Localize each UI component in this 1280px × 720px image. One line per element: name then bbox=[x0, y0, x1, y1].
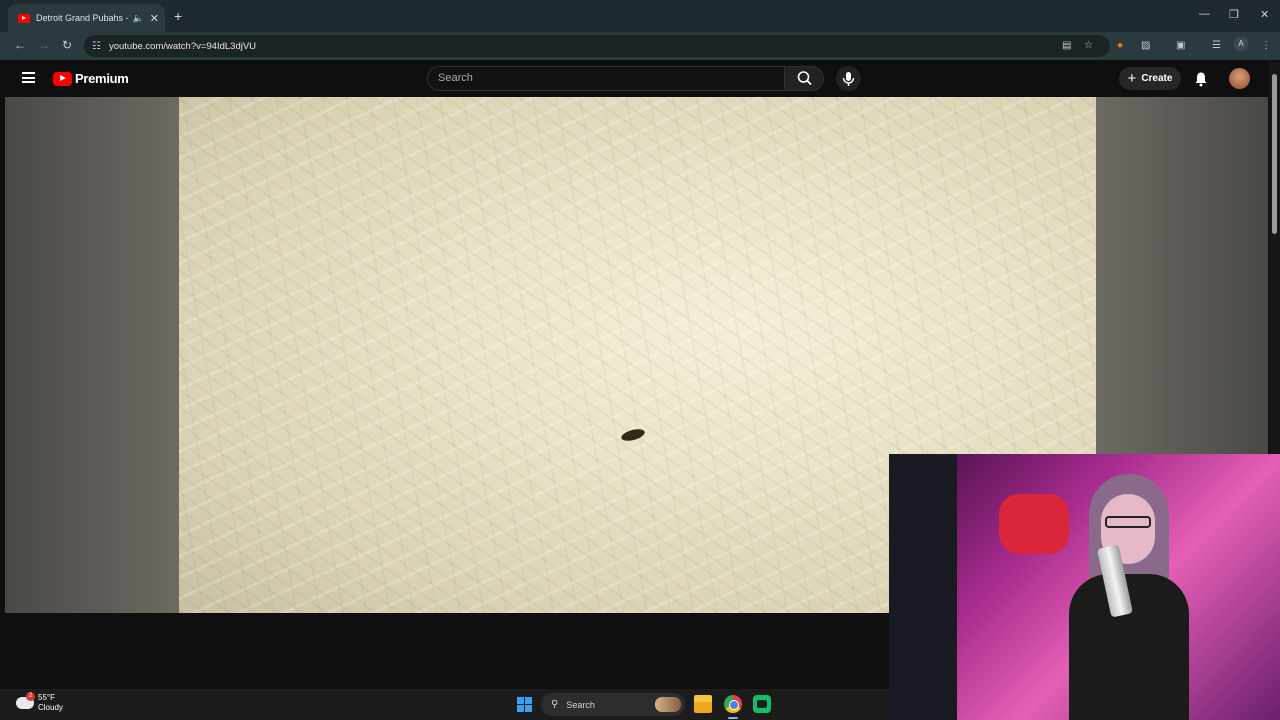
tune-icon[interactable]: ☷ bbox=[92, 41, 101, 52]
reload-button[interactable]: ↻ bbox=[62, 38, 72, 52]
mic-icon bbox=[842, 72, 855, 86]
youtube-favicon-icon bbox=[18, 13, 30, 23]
search-icon: ⚲ bbox=[551, 699, 559, 710]
profile-button[interactable]: A bbox=[1234, 37, 1248, 51]
taskbar-search-label: Search bbox=[566, 699, 595, 710]
bell-icon[interactable] bbox=[1193, 71, 1209, 87]
windows-taskbar: 2 55°F Cloudy ⚲ Search bbox=[0, 689, 889, 720]
new-tab-button[interactable]: + bbox=[174, 8, 182, 24]
create-label: Create bbox=[1141, 73, 1173, 84]
youtube-logo[interactable]: Premium bbox=[53, 71, 129, 86]
scrollbar-thumb[interactable] bbox=[1272, 74, 1277, 234]
windows-start-icon[interactable] bbox=[517, 697, 532, 712]
youtube-masthead: Premium Search + Create bbox=[0, 60, 1280, 97]
obs-icon[interactable] bbox=[753, 695, 771, 713]
search-icon bbox=[797, 71, 812, 86]
chrome-icon[interactable] bbox=[724, 695, 742, 713]
weather-widget[interactable]: 2 55°F Cloudy bbox=[16, 692, 63, 713]
tab-close-button[interactable]: ✕ bbox=[150, 12, 159, 25]
speaker-icon[interactable]: 🔈 bbox=[133, 13, 144, 24]
close-window-button[interactable]: ✕ bbox=[1260, 8, 1269, 21]
menu-icon[interactable] bbox=[22, 72, 35, 83]
maximize-button[interactable]: ❐ bbox=[1229, 8, 1239, 21]
webcam-background bbox=[889, 454, 957, 720]
active-app-indicator bbox=[728, 717, 738, 719]
webcam-overlay bbox=[889, 454, 1280, 720]
weather-temperature: 55°F bbox=[38, 693, 55, 702]
split-icon[interactable]: ▣ bbox=[1176, 40, 1185, 51]
plus-icon: + bbox=[1127, 70, 1137, 87]
forward-button[interactable]: → bbox=[38, 38, 50, 52]
extension-orange-icon[interactable]: ● bbox=[1117, 40, 1123, 51]
browser-tab[interactable]: Detroit Grand Pubahs - San 🔈 ✕ bbox=[8, 4, 165, 32]
browser-toolbar: ← → ↻ ☷ youtube.com/watch?v=94IdL3djVU ▤… bbox=[0, 32, 1280, 60]
mic-button[interactable] bbox=[836, 66, 861, 91]
address-bar[interactable]: ☷ youtube.com/watch?v=94IdL3djVU bbox=[84, 35, 1110, 57]
back-button[interactable]: ← bbox=[14, 38, 26, 52]
browser-menu-button[interactable]: ⋮ bbox=[1261, 40, 1271, 51]
minimize-button[interactable]: — bbox=[1199, 8, 1210, 20]
cloud-icon: 2 bbox=[16, 692, 35, 709]
brand-label: Premium bbox=[75, 71, 129, 86]
ambient-left bbox=[5, 97, 180, 613]
youtube-play-icon bbox=[53, 71, 72, 86]
tab-title: Detroit Grand Pubahs - San bbox=[36, 13, 129, 23]
browser-tab-strip: Detroit Grand Pubahs - San 🔈 ✕ + — ❐ ✕ bbox=[0, 0, 1280, 32]
taskbar-search[interactable]: ⚲ Search bbox=[541, 693, 685, 716]
url-text[interactable]: youtube.com/watch?v=94IdL3djVU bbox=[109, 41, 256, 52]
create-button[interactable]: + Create bbox=[1119, 67, 1181, 90]
avatar[interactable] bbox=[1229, 68, 1250, 89]
weather-condition: Cloudy bbox=[38, 703, 63, 712]
install-icon[interactable]: ▤ bbox=[1062, 40, 1071, 51]
media-icon[interactable]: ☰ bbox=[1212, 40, 1221, 51]
star-icon[interactable]: ☆ bbox=[1084, 40, 1093, 51]
notification-badge: 2 bbox=[26, 692, 35, 701]
search-button[interactable] bbox=[784, 66, 824, 91]
file-explorer-icon[interactable] bbox=[694, 695, 712, 713]
webcam-person bbox=[1049, 474, 1219, 720]
puzzle-icon[interactable]: ▨ bbox=[1141, 40, 1150, 51]
search-input[interactable]: Search bbox=[427, 66, 785, 91]
search-highlight-image bbox=[655, 697, 681, 712]
